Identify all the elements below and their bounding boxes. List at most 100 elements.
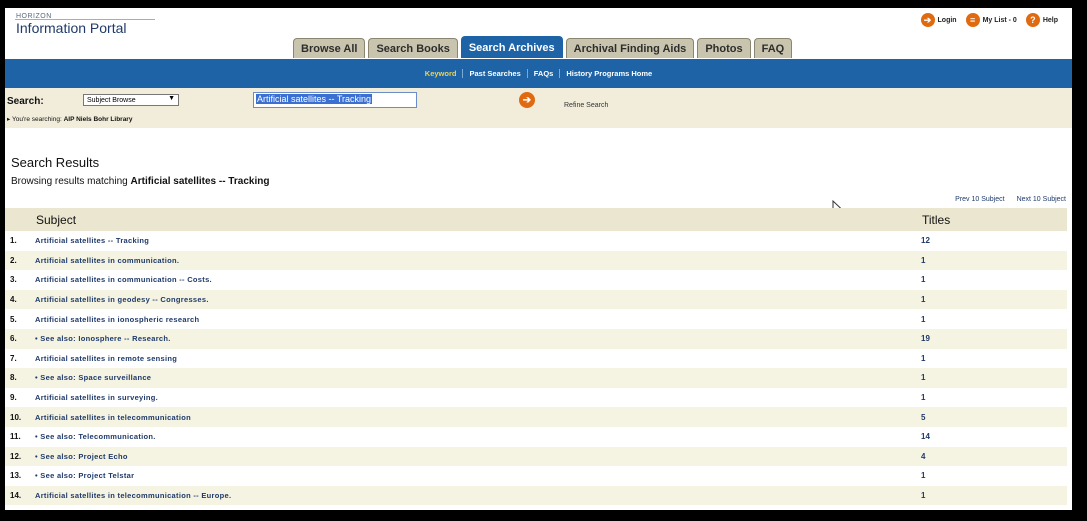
tab-search-books[interactable]: Search Books	[368, 38, 458, 58]
table-row: 6. • See also: Ionosphere -- Research. 19	[5, 328, 1067, 349]
search-label: Search:	[7, 96, 44, 107]
list-icon[interactable]: ≡	[965, 13, 980, 27]
subject-link[interactable]: Artificial satellites in geodesy -- Cong…	[35, 289, 921, 310]
subject-link[interactable]: Artificial satellites in surveying.	[35, 388, 921, 408]
subnav-history-programs-home[interactable]: History Programs Home	[559, 69, 658, 78]
next-page-link[interactable]: Next 10 Subject	[1017, 196, 1066, 203]
searching-prefix: You're searching:	[11, 116, 62, 123]
logo-title[interactable]: Information Portal	[16, 20, 127, 36]
tab-photos[interactable]: Photos	[697, 38, 751, 58]
row-number: 4.	[5, 289, 35, 310]
subnav-keyword[interactable]: Keyword	[419, 69, 463, 78]
row-number: 12.	[5, 446, 35, 467]
table-row: 3. Artificial satellites in communication…	[5, 270, 1067, 290]
top-links: ➔ Login ≡ My List - 0 ? Help	[920, 13, 1064, 27]
table-row: 5. Artificial satellites in ionospheric r…	[5, 309, 1067, 329]
help-link[interactable]: Help	[1043, 17, 1058, 24]
subject-link[interactable]: Artificial satellites in communication -…	[35, 270, 921, 290]
tab-archival-finding-aids[interactable]: Archival Finding Aids	[565, 38, 695, 58]
subject-link[interactable]: Artificial satellites in ionospheric res…	[35, 309, 921, 329]
titles-count[interactable]: 4	[921, 446, 1067, 467]
results-header-row: Subject Titles	[5, 208, 1067, 231]
searching-library: ▸ You're searching: AIP Niels Bohr Libra…	[7, 115, 132, 123]
titles-count[interactable]: 1	[921, 466, 1067, 486]
search-go-button[interactable]: ➔	[519, 92, 535, 108]
help-icon[interactable]: ?	[1025, 13, 1040, 27]
row-number: 1.	[10, 236, 17, 246]
titles-count[interactable]: 19	[921, 328, 1067, 349]
main-tabs: Browse All Search Books Search Archives …	[293, 36, 793, 58]
results-table: Subject Titles 1. Artificial satellites -…	[5, 208, 1067, 506]
search-type-select[interactable]: Subject Browse ▼	[83, 94, 179, 106]
titles-count[interactable]: 1	[921, 309, 1067, 329]
header-subject[interactable]: Subject	[35, 208, 921, 231]
subnav-faqs[interactable]: FAQs	[526, 69, 560, 78]
row-number: 11.	[10, 432, 21, 442]
table-row: 2. Artificial satellites in communication…	[5, 250, 1067, 271]
search-input[interactable]: Artificial satellites -- Tracking	[253, 92, 417, 108]
titles-count[interactable]: 1	[921, 368, 1067, 388]
titles-count[interactable]: 1	[921, 485, 1067, 506]
subject-link[interactable]: Artificial satellites -- Tracking	[35, 231, 921, 251]
table-row: 8. • See also: Space surveillance 1	[5, 368, 1067, 388]
row-number: 10.	[5, 407, 35, 427]
subject-link[interactable]: Artificial satellites in telecommunicati…	[35, 485, 921, 506]
titles-count[interactable]: 1	[921, 388, 1067, 408]
subject-link[interactable]: Artificial satellites in telecommunicati…	[35, 407, 921, 427]
tab-search-archives[interactable]: Search Archives	[460, 36, 563, 58]
subject-link[interactable]: • See also: Ionosphere -- Research.	[35, 328, 921, 349]
header-titles[interactable]: Titles	[921, 208, 1067, 231]
library-name: AIP Niels Bohr Library	[63, 116, 133, 123]
tab-browse-all[interactable]: Browse All	[293, 38, 366, 58]
browse-prefix: Browsing results matching	[11, 176, 128, 187]
results-heading: Search Results	[11, 155, 100, 170]
results-body: 1. Artificial satellites -- Tracking 12 2. A…	[5, 231, 1067, 506]
search-type-value: Subject Browse	[87, 96, 136, 104]
titles-count[interactable]: 14	[921, 427, 1067, 447]
subject-link[interactable]: Artificial satellites in remote sensing	[35, 349, 921, 369]
subject-link[interactable]: Artificial satellites in communication.	[35, 250, 921, 271]
search-panel: Search: Subject Browse ▼ Artificial sate…	[5, 88, 1072, 128]
subject-link[interactable]: • See also: Space surveillance	[35, 368, 921, 388]
header-num	[5, 208, 35, 231]
subject-link[interactable]: • See also: Project Echo	[35, 446, 921, 467]
row-number: 8.	[5, 368, 35, 388]
table-row: 10. Artificial satellites in telecommunic…	[5, 407, 1067, 427]
titles-count[interactable]: 5	[921, 407, 1067, 427]
search-query-text: Artificial satellites -- Tracking	[256, 94, 373, 104]
sub-navigation: Keyword Past Searches FAQs History Progr…	[5, 59, 1072, 88]
row-number: 2.	[5, 250, 35, 271]
my-list-link[interactable]: My List - 0	[983, 17, 1017, 24]
titles-count[interactable]: 1	[921, 349, 1067, 369]
refine-search-link[interactable]: Refine Search	[564, 102, 608, 109]
table-row: 1. Artificial satellites -- Tracking 12	[5, 231, 1067, 251]
table-row: 4. Artificial satellites in geodesy -- Co…	[5, 289, 1067, 310]
table-row: 13. • See also: Project Telstar 1	[5, 466, 1067, 486]
table-row: 7. Artificial satellites in remote sensin…	[5, 349, 1067, 369]
row-number: 5.	[10, 314, 17, 324]
row-number: 7.	[10, 353, 17, 363]
titles-count[interactable]: 12	[921, 231, 1067, 251]
row-number: 13.	[10, 471, 22, 481]
subject-link[interactable]: • See also: Telecommunication.	[35, 427, 921, 447]
table-row: 12. • See also: Project Echo 4	[5, 446, 1067, 467]
table-row: 9. Artificial satellites in surveying. 1	[5, 388, 1067, 408]
portal-page: HORIZON Information Portal ➔ Login ≡ My …	[5, 8, 1072, 510]
titles-count[interactable]: 1	[921, 270, 1067, 290]
row-number: 9.	[10, 393, 17, 403]
subnav-past-searches[interactable]: Past Searches	[462, 69, 526, 78]
browse-term: Artificial satellites -- Tracking	[130, 176, 270, 187]
row-number: 14.	[5, 485, 35, 506]
table-row: 14. Artificial satellites in telecommunic…	[5, 485, 1067, 506]
titles-count[interactable]: 1	[921, 250, 1067, 271]
browse-summary: Browsing results matching Artificial sat…	[11, 176, 269, 187]
table-row: 11. • See also: Telecommunication. 14	[5, 427, 1067, 447]
prev-page-link[interactable]: Prev 10 Subject	[955, 196, 1004, 203]
titles-count[interactable]: 1	[921, 289, 1067, 310]
pager: Prev 10 Subject Next 10 Subject	[955, 196, 1066, 203]
login-icon[interactable]: ➔	[920, 13, 935, 27]
login-link[interactable]: Login	[938, 17, 957, 24]
tab-faq[interactable]: FAQ	[753, 38, 793, 58]
dropdown-arrow-icon: ▼	[168, 95, 175, 102]
subject-link[interactable]: • See also: Project Telstar	[35, 466, 921, 486]
